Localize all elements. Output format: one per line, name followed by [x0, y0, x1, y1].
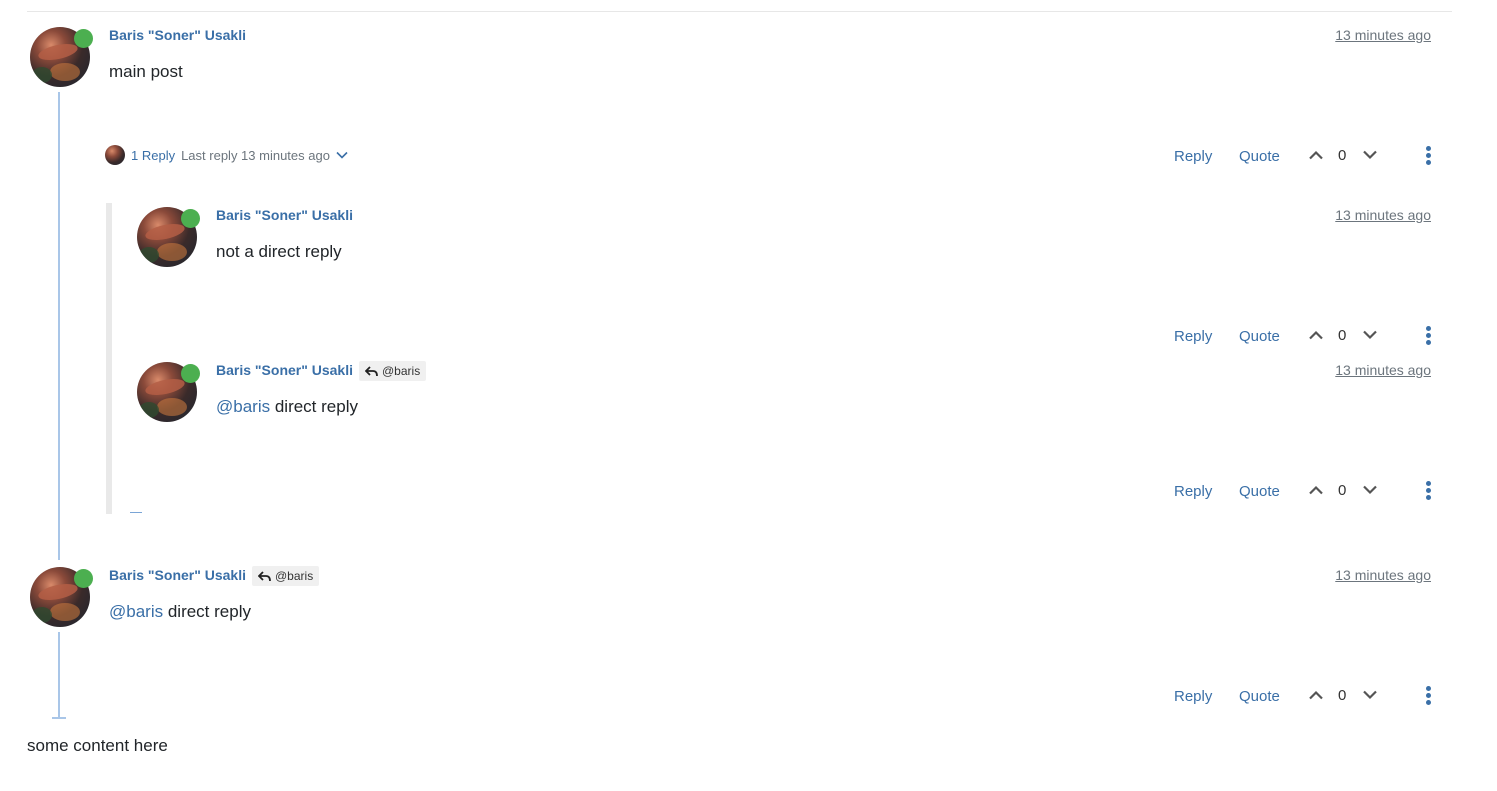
reply-to-badge[interactable]: @baris — [359, 361, 427, 381]
user-mention-link[interactable]: @baris — [109, 602, 163, 621]
chevron-down-icon[interactable] — [1362, 330, 1378, 340]
nested-end-marker — [130, 512, 142, 513]
vote-count: 0 — [1338, 327, 1347, 344]
post-timestamp[interactable]: 13 minutes ago — [1335, 567, 1431, 583]
thread-line — [58, 92, 60, 560]
reply-to-label: @baris — [382, 364, 421, 378]
quote-button[interactable]: Quote — [1239, 148, 1280, 165]
quote-button[interactable]: Quote — [1239, 688, 1280, 705]
more-vertical-icon[interactable] — [1426, 326, 1432, 345]
post-content: main post — [109, 62, 183, 81]
last-reply-label: Last reply 13 minutes ago — [181, 147, 330, 163]
chevron-up-icon[interactable] — [1308, 150, 1324, 160]
post-content: @baris direct reply — [216, 397, 358, 417]
post-text: direct reply — [270, 397, 358, 416]
vote-count: 0 — [1338, 147, 1347, 164]
chevron-down-icon[interactable] — [1362, 485, 1378, 495]
thread-line-end — [52, 717, 66, 719]
post-timestamp[interactable]: 13 minutes ago — [1335, 27, 1431, 43]
author-link[interactable]: Baris "Soner" Usakli — [109, 27, 246, 43]
chevron-up-icon[interactable] — [1308, 330, 1324, 340]
author-link[interactable]: Baris "Soner" Usakli — [216, 362, 353, 378]
more-vertical-icon[interactable] — [1426, 481, 1432, 500]
footer-content: some content here — [27, 736, 168, 755]
reply-button[interactable]: Reply — [1174, 483, 1212, 500]
chevron-down-icon[interactable] — [1362, 150, 1378, 160]
author-link[interactable]: Baris "Soner" Usakli — [109, 567, 246, 583]
online-status-dot — [181, 364, 200, 383]
reply-arrow-icon — [258, 570, 271, 581]
chevron-down-icon — [336, 151, 348, 159]
replies-count: 1 Reply — [131, 147, 176, 163]
chevron-up-icon[interactable] — [1308, 485, 1324, 495]
reply-button[interactable]: Reply — [1174, 148, 1212, 165]
top-divider — [27, 11, 1452, 12]
post-text: direct reply — [163, 602, 251, 621]
chevron-down-icon[interactable] — [1362, 690, 1378, 700]
post-content: not a direct reply — [216, 242, 342, 261]
vote-count: 0 — [1338, 687, 1347, 704]
reply-button[interactable]: Reply — [1174, 688, 1212, 705]
replies-toggle[interactable]: 1 Reply Last reply 13 minutes ago — [105, 145, 348, 165]
reply-arrow-icon — [365, 365, 378, 376]
user-mention-link[interactable]: @baris — [216, 397, 270, 416]
post-content: @baris direct reply — [109, 602, 251, 622]
more-vertical-icon[interactable] — [1426, 146, 1432, 165]
chevron-up-icon[interactable] — [1308, 690, 1324, 700]
quote-button[interactable]: Quote — [1239, 328, 1280, 345]
online-status-dot — [74, 569, 93, 588]
thread-line — [58, 632, 60, 718]
online-status-dot — [74, 29, 93, 48]
nested-replies-bar — [106, 203, 112, 514]
reply-avatar — [105, 145, 125, 165]
post-timestamp[interactable]: 13 minutes ago — [1335, 207, 1431, 223]
reply-to-badge[interactable]: @baris — [252, 566, 320, 586]
quote-button[interactable]: Quote — [1239, 483, 1280, 500]
vote-count: 0 — [1338, 482, 1347, 499]
author-link[interactable]: Baris "Soner" Usakli — [216, 207, 353, 223]
more-vertical-icon[interactable] — [1426, 686, 1432, 705]
reply-button[interactable]: Reply — [1174, 328, 1212, 345]
post-timestamp[interactable]: 13 minutes ago — [1335, 362, 1431, 378]
reply-to-label: @baris — [275, 569, 314, 583]
online-status-dot — [181, 209, 200, 228]
